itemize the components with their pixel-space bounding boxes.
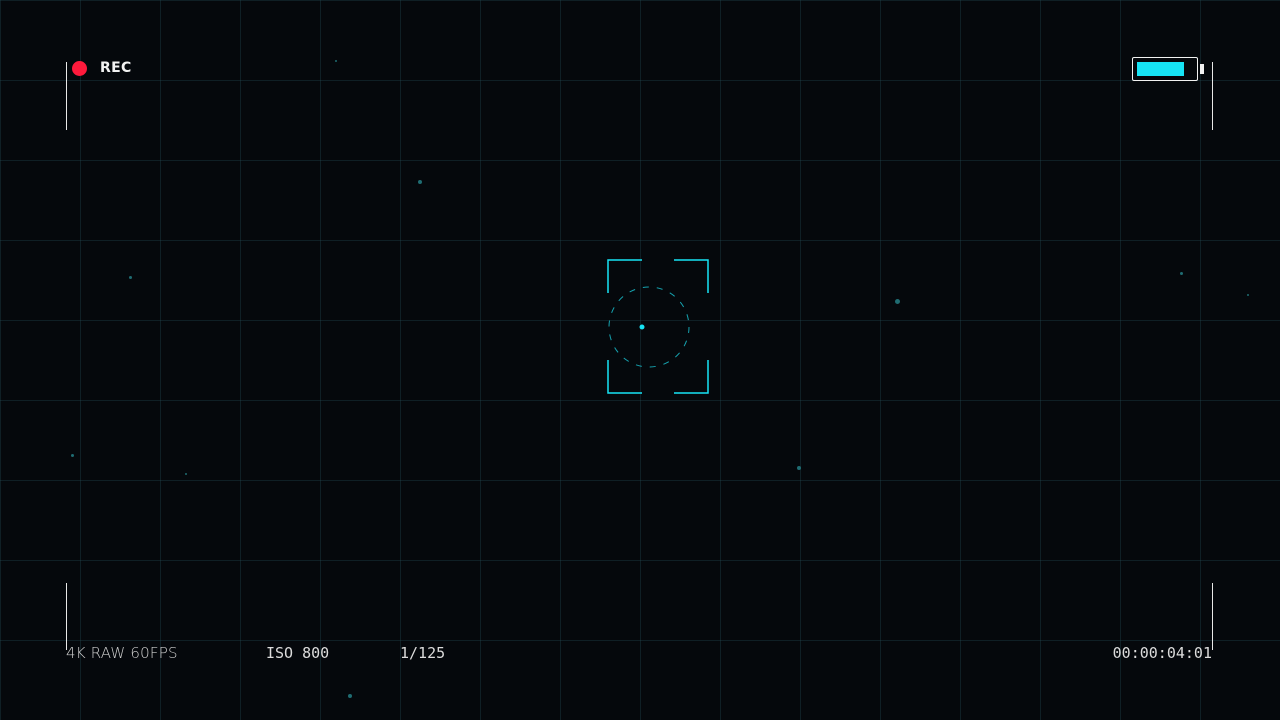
recording-indicator: REC bbox=[72, 58, 132, 78]
recording-format: 4K RAW 60FPS bbox=[66, 644, 178, 662]
timecode-readout: 00:00:04:01 bbox=[1112, 644, 1212, 662]
dust-particle bbox=[418, 180, 422, 184]
focus-center-dot bbox=[639, 324, 645, 330]
rec-label: REC bbox=[100, 60, 132, 76]
focus-reticle-icon bbox=[607, 259, 709, 394]
frame-corner-top-right bbox=[1212, 62, 1214, 130]
dust-particle bbox=[1247, 294, 1249, 296]
dust-particle bbox=[895, 299, 900, 304]
dust-particle bbox=[129, 276, 132, 279]
battery-icon bbox=[1132, 57, 1198, 81]
frame-corner-bottom-right bbox=[1212, 583, 1214, 650]
battery-terminal bbox=[1200, 64, 1204, 74]
frame-corner-bottom-left bbox=[66, 583, 68, 650]
dust-particle bbox=[335, 60, 337, 62]
iso-readout: ISO 800 bbox=[266, 644, 330, 662]
focus-bracket-top-right bbox=[674, 259, 709, 293]
dust-particle bbox=[348, 694, 352, 698]
camera-viewfinder: REC 4K RAW 60FPS ISO 800 1/125 00:00:04:… bbox=[0, 0, 1280, 720]
battery-level-fill bbox=[1137, 62, 1184, 76]
frame-corner-top-left bbox=[66, 62, 68, 130]
focus-ring bbox=[608, 286, 690, 368]
focus-bracket-top-left bbox=[607, 259, 642, 293]
record-dot-icon bbox=[72, 60, 87, 76]
dust-particle bbox=[797, 466, 801, 470]
focus-bracket-bottom-right bbox=[674, 360, 709, 394]
shutter-speed-readout: 1/125 bbox=[400, 644, 446, 662]
dust-particle bbox=[1180, 272, 1183, 275]
dust-particle bbox=[185, 473, 187, 475]
dust-particle bbox=[71, 454, 74, 457]
